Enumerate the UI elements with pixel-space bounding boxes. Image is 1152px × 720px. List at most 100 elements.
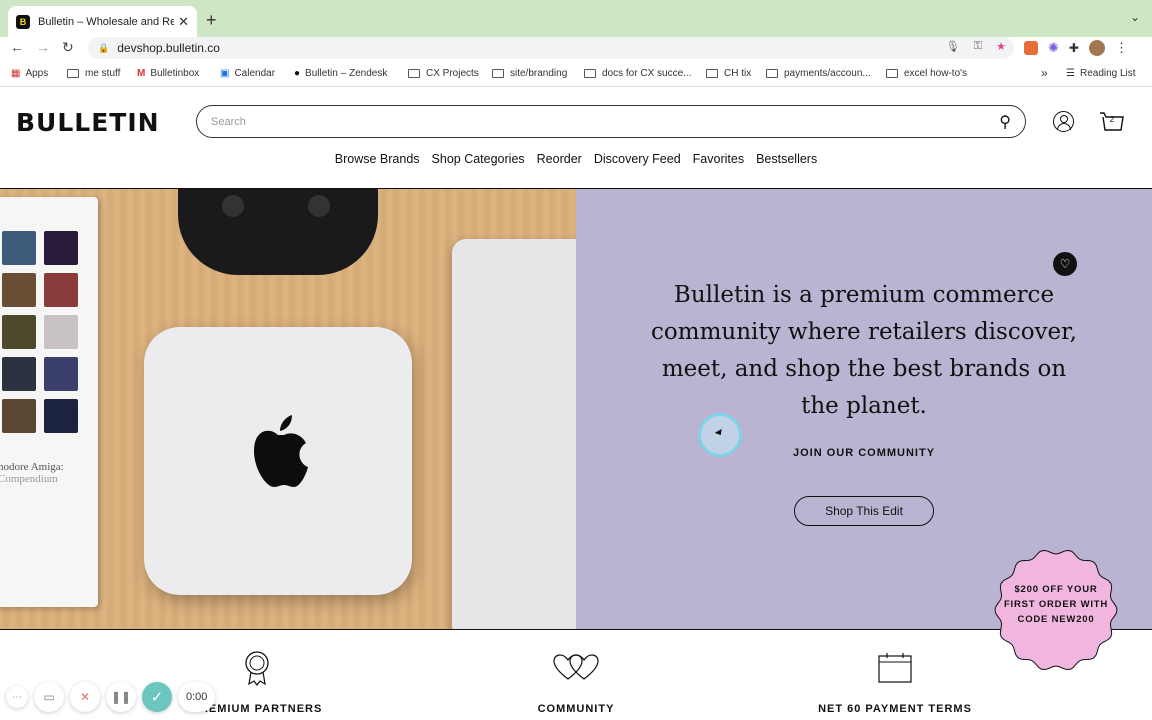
join-community-link[interactable]: JOIN OUR COMMUNITY <box>576 447 1152 459</box>
bookmark-cx-projects[interactable]: CX Projects <box>408 68 479 79</box>
bookmark-calendar[interactable]: ▣ Calendar <box>220 68 275 79</box>
laptop-image <box>452 239 576 629</box>
bookmark-zendesk[interactable]: ● Bulletin – Zendesk <box>294 68 387 79</box>
address-bar[interactable]: 🔒 devshop.bulletin.co 🎙 ⚿ ★ <box>88 37 1014 59</box>
folder-icon <box>766 69 778 78</box>
bookmark-docs-cx[interactable]: docs for CX succe... <box>584 68 691 79</box>
apple-logo-icon <box>254 415 308 487</box>
url-text: devshop.bulletin.co <box>117 41 220 55</box>
nav-bestsellers[interactable]: Bestsellers <box>756 152 817 166</box>
browser-menu-icon[interactable]: ⋮ <box>1115 40 1128 56</box>
recording-timer: 0:00 <box>178 682 216 712</box>
bookmark-apps[interactable]: ▦ Apps <box>11 68 48 79</box>
bookmarks-overflow-button[interactable]: » <box>1041 66 1048 80</box>
hero-image: nodore Amiga: Compendium <box>0 189 576 629</box>
bookmark-label: docs for CX succe... <box>602 68 692 79</box>
award-ribbon-icon <box>245 651 269 686</box>
tab-title: Bulletin – Wholesale and Retail <box>38 15 175 28</box>
folder-icon <box>492 69 504 78</box>
feature-premium-partners: PREMIUM PARTNERS <box>137 650 377 715</box>
lock-icon: 🔒 <box>98 42 110 53</box>
nav-browse-brands[interactable]: Browse Brands <box>335 152 420 166</box>
bookmark-label: payments/accoun... <box>784 68 871 79</box>
browser-toolbar: ← → ↻ 🔒 devshop.bulletin.co 🎙 ⚿ ★ ✺ ✚ ⋮ <box>0 37 1152 61</box>
extension-icon[interactable] <box>1024 41 1038 55</box>
feature-net-60: NET 60 PAYMENT TERMS <box>775 650 1015 715</box>
gmail-icon: M <box>137 68 146 79</box>
microphone-icon[interactable]: 🎙 <box>946 40 960 53</box>
search-input[interactable] <box>211 115 1000 128</box>
two-hearts-icon <box>553 654 599 680</box>
calendar-icon: ▣ <box>220 68 230 79</box>
folder-icon <box>67 69 79 78</box>
folder-icon <box>408 69 420 78</box>
bookmark-label: Calendar <box>234 68 276 79</box>
camera-toggle-icon[interactable]: ▭ <box>34 682 64 712</box>
bookmark-label: CX Projects <box>426 68 479 79</box>
bookmark-excel[interactable]: excel how-to's <box>886 68 967 79</box>
bookmark-label: Apps <box>25 68 49 79</box>
feature-label: COMMUNITY <box>537 703 615 715</box>
folder-icon <box>706 69 718 78</box>
shop-this-edit-button[interactable]: Shop This Edit <box>794 496 934 526</box>
bookmark-label: Bulletinbox <box>150 68 200 79</box>
close-tab-icon[interactable]: ✕ <box>178 14 189 30</box>
key-icon[interactable]: ⚿ <box>974 40 982 53</box>
search-icon[interactable]: ⚲ <box>999 112 1011 132</box>
screen-recorder-controls: ⋯ ▭ ✕ ❚❚ ✓ 0:00 <box>6 682 216 712</box>
bookmark-payments[interactable]: payments/accoun... <box>766 68 871 79</box>
bulletin-favicon-icon: B <box>16 14 30 29</box>
bookmarks-bar: ▦ Apps me stuff M Bulletinbox ▣ Calendar… <box>0 63 1152 87</box>
extensions-puzzle-icon[interactable]: ✚ <box>1069 41 1079 55</box>
folder-icon <box>584 69 596 78</box>
new-tab-button[interactable]: + <box>206 10 217 31</box>
bookmark-label: excel how-to's <box>904 68 968 79</box>
bookmark-label: site/branding <box>510 68 568 79</box>
book-caption-title: nodore Amiga: <box>0 461 64 473</box>
favorite-heart-icon[interactable]: ♡ <box>1053 252 1077 276</box>
nav-shop-categories[interactable]: Shop Categories <box>432 152 525 166</box>
book-image: nodore Amiga: Compendium <box>0 197 98 607</box>
forward-arrow-icon[interactable]: → <box>36 39 50 55</box>
feature-community: COMMUNITY <box>456 650 696 715</box>
profile-avatar-icon[interactable] <box>1088 40 1105 56</box>
bookmark-me-stuff[interactable]: me stuff <box>67 68 120 79</box>
nav-discovery-feed[interactable]: Discovery Feed <box>594 152 681 166</box>
feature-label: NET 60 PAYMENT TERMS <box>818 703 972 715</box>
main-navigation: Browse Brands Shop Categories Reorder Di… <box>0 152 1152 166</box>
discard-recording-icon[interactable]: ✕ <box>70 682 100 712</box>
browser-tab-strip: B Bulletin – Wholesale and Retail ✕ + ⌄ <box>0 0 1152 37</box>
tab-search-chevron-icon[interactable]: ⌄ <box>1130 10 1140 24</box>
bulletin-favicon-icon: ● <box>294 68 301 79</box>
folder-icon <box>886 69 898 78</box>
reading-list-button[interactable]: ☰ Reading List <box>1066 68 1136 79</box>
mac-mini-image <box>144 327 412 595</box>
apps-grid-icon: ▦ <box>11 68 21 79</box>
account-icon[interactable] <box>1053 111 1074 132</box>
bookmark-label: CH tix <box>724 68 752 79</box>
search-bar: ⚲ <box>196 105 1026 138</box>
reading-list-icon: ☰ <box>1066 68 1075 79</box>
hero-headline: Bulletin is a premium commerce community… <box>651 282 1077 419</box>
promo-text: $200 OFF YOUR FIRST ORDER WITH CODE NEW2… <box>1003 584 1109 625</box>
bulletin-logo[interactable]: BULLETIN <box>16 108 160 137</box>
bookmark-ch-tix[interactable]: CH tix <box>706 68 751 79</box>
bookmark-label: me stuff <box>85 68 121 79</box>
nav-favorites[interactable]: Favorites <box>693 152 744 166</box>
calendar-icon <box>878 653 912 683</box>
more-options-icon[interactable]: ⋯ <box>6 686 28 708</box>
browser-tab[interactable]: B Bulletin – Wholesale and Retail ✕ <box>8 6 197 37</box>
bookmark-bulletinbox[interactable]: M Bulletinbox <box>137 68 199 79</box>
bookmark-site-branding[interactable]: site/branding <box>492 68 567 79</box>
bookmark-star-icon[interactable]: ★ <box>996 40 1006 53</box>
cart-count-badge: 2 <box>1109 115 1115 124</box>
extension-flower-icon[interactable]: ✺ <box>1048 40 1059 56</box>
pause-recording-icon[interactable]: ❚❚ <box>106 682 136 712</box>
book-caption-subtitle: Compendium <box>0 473 58 485</box>
reload-icon[interactable]: ↻ <box>62 39 74 56</box>
nav-reorder[interactable]: Reorder <box>537 152 582 166</box>
hero-section: nodore Amiga: Compendium ♡ Bulletin is a… <box>0 188 1152 630</box>
finish-recording-icon[interactable]: ✓ <box>142 682 172 712</box>
back-arrow-icon[interactable]: ← <box>10 39 24 55</box>
game-controller-image <box>178 189 378 275</box>
